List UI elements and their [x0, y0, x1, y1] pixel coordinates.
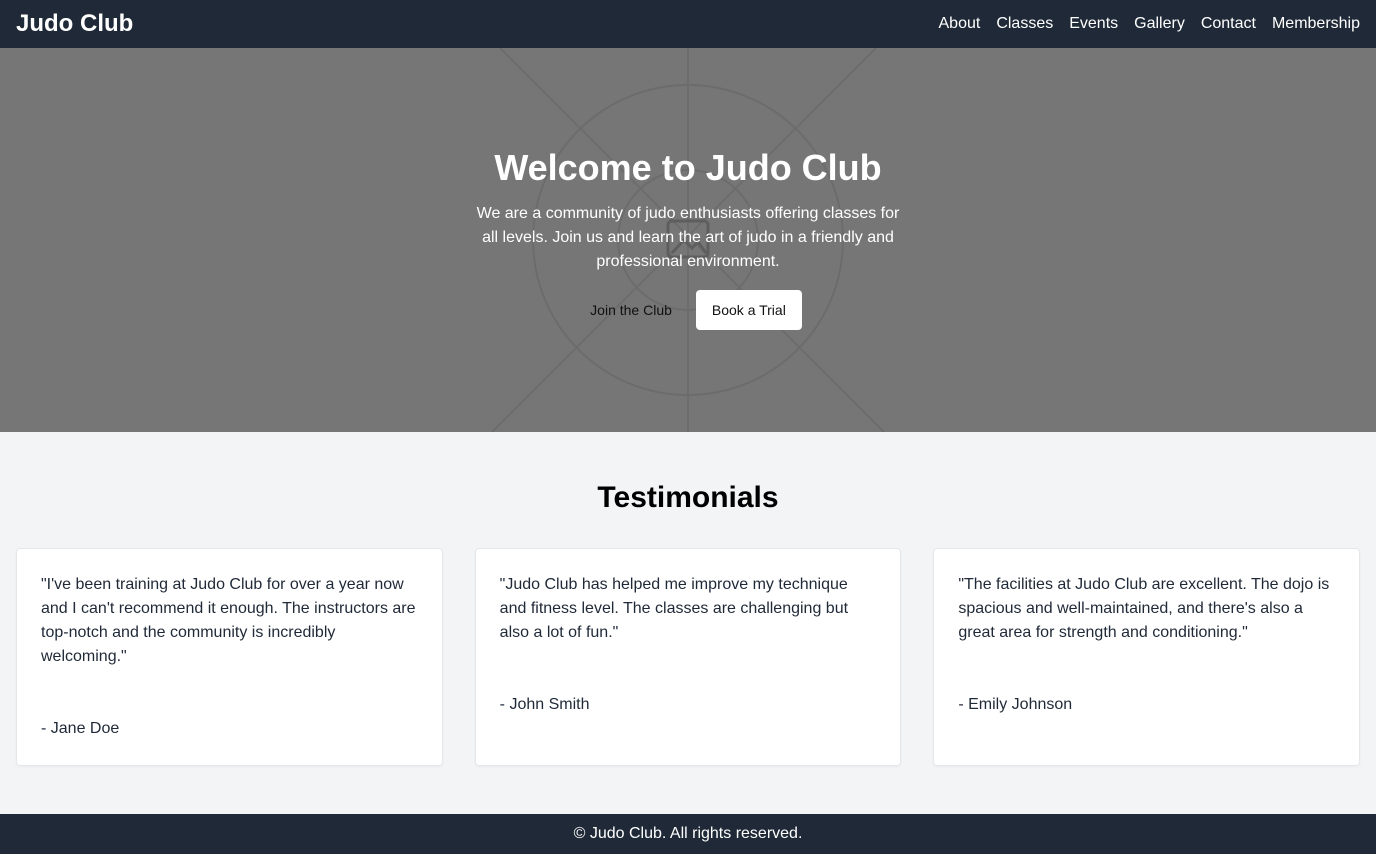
nav-links: About Classes Events Gallery Contact Mem… — [939, 15, 1361, 33]
navbar: Judo Club About Classes Events Gallery C… — [0, 0, 1376, 48]
book-trial-button[interactable]: Book a Trial — [695, 290, 802, 330]
hero-title: Welcome to Judo Club — [494, 147, 882, 188]
nav-link-contact[interactable]: Contact — [1201, 15, 1256, 33]
nav-link-events[interactable]: Events — [1069, 15, 1118, 33]
nav-link-about[interactable]: About — [939, 15, 981, 33]
testimonial-cards: "I've been training at Judo Club for ove… — [16, 548, 1361, 766]
join-club-button[interactable]: Join the Club — [574, 290, 688, 330]
hero-buttons: Join the Club Book a Trial — [574, 290, 802, 330]
testimonial-author: - Emily Johnson — [958, 696, 1073, 713]
testimonial-quote: "The facilities at Judo Club are excelle… — [958, 576, 1330, 641]
nav-link-gallery[interactable]: Gallery — [1134, 15, 1185, 33]
testimonial-author: - Jane Doe — [41, 720, 120, 737]
nav-link-classes[interactable]: Classes — [996, 15, 1053, 33]
hero-section: Welcome to Judo Club We are a community … — [0, 48, 1376, 432]
testimonials-title: Testimonials — [597, 481, 779, 514]
testimonial-card: "Judo Club has helped me improve my tech… — [474, 548, 902, 766]
testimonial-card: "The facilities at Judo Club are excelle… — [933, 548, 1361, 766]
brand-logo-link[interactable]: Judo Club — [16, 10, 133, 38]
nav-link-membership[interactable]: Membership — [1272, 15, 1360, 33]
testimonial-card: "I've been training at Judo Club for ove… — [16, 548, 443, 766]
testimonial-author: - John Smith — [499, 696, 590, 713]
hero-content: Welcome to Judo Club We are a community … — [0, 48, 1376, 432]
hero-description: We are a community of judo enthusiasts o… — [476, 205, 900, 270]
testimonials-section: Testimonials "I've been training at Judo… — [0, 432, 1376, 814]
testimonial-quote: "Judo Club has helped me improve my tech… — [499, 576, 849, 641]
testimonial-quote: "I've been training at Judo Club for ove… — [41, 576, 416, 665]
footer-copyright: © Judo Club. All rights reserved. — [573, 825, 803, 842]
footer: © Judo Club. All rights reserved. — [0, 814, 1376, 854]
